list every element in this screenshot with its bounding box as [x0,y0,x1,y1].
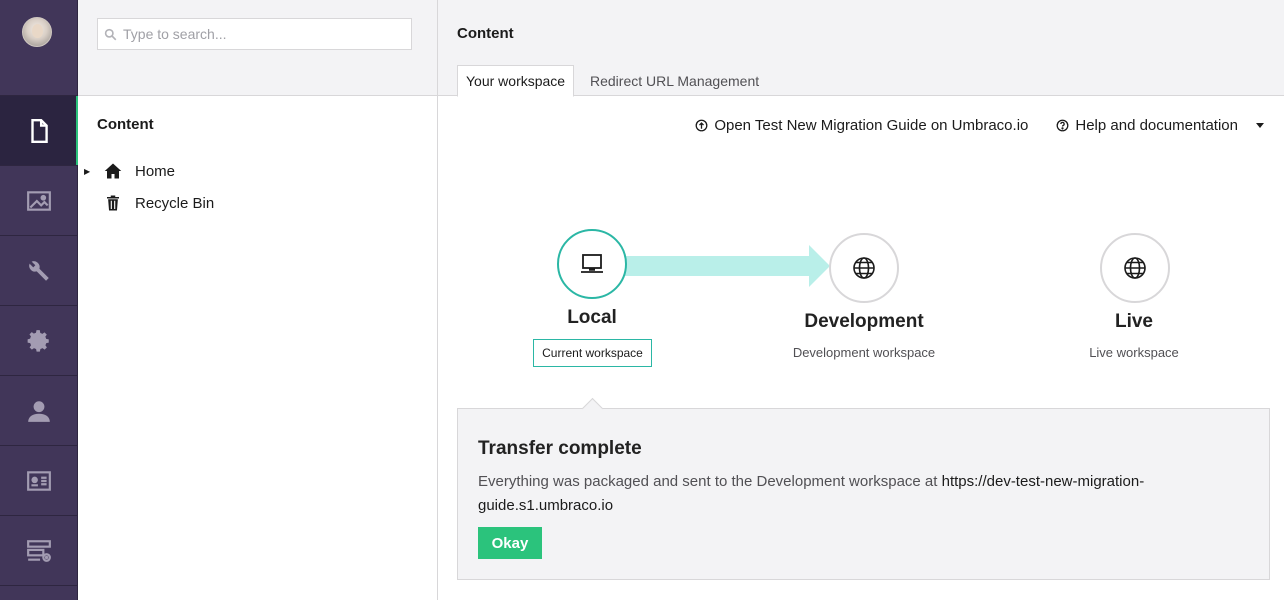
deploy-arrow [625,245,830,287]
gear-icon [27,329,49,352]
development-label: Development [804,311,924,332]
page-title: Content [457,25,514,42]
chevron-down-icon[interactable] [1256,123,1264,128]
nav-item-forms[interactable] [0,515,77,585]
transfer-complete-panel: Transfer complete Everything was package… [457,408,1270,580]
wrench-icon [28,260,49,281]
content-tree-panel: Content ▶ Home Recycle Bin [78,0,438,600]
search-box[interactable] [97,18,412,50]
document-icon [30,118,48,143]
contact-card-icon [26,470,51,491]
tree-node-label: Recycle Bin [135,194,215,212]
transfer-message: Everything was packaged and sent to the … [478,470,1178,518]
okay-button[interactable]: Okay [478,527,542,559]
nav-item-users[interactable] [0,375,77,445]
nav-item-tools[interactable] [0,235,77,305]
trash-icon [107,195,119,211]
search-icon [104,28,117,40]
help-icon [1056,119,1069,132]
tree-node-recycle-bin[interactable]: Recycle Bin [78,190,437,216]
local-environment-node [557,229,627,299]
search-input[interactable] [123,26,403,42]
home-icon [104,163,122,179]
image-icon [26,190,51,211]
tree-title: Content [97,116,154,133]
live-environment-node[interactable] [1100,233,1170,303]
current-workspace-badge: Current workspace [533,339,652,367]
transfer-title: Transfer complete [478,438,642,459]
development-sublabel: Development workspace [792,345,936,360]
globe-icon [853,257,875,279]
local-label: Local [567,307,617,328]
nav-item-settings[interactable] [0,305,77,375]
nav-item-media[interactable] [0,165,77,235]
open-guide-link[interactable]: Open Test New Migration Guide on Umbraco… [695,117,1028,134]
user-icon [27,400,50,422]
nav-item-members[interactable] [0,445,77,515]
development-environment-node[interactable] [829,233,899,303]
help-documentation-label: Help and documentation [1075,117,1238,134]
nav-item-more[interactable] [0,585,77,600]
user-avatar[interactable] [22,17,52,47]
help-documentation-link[interactable]: Help and documentation [1056,117,1238,134]
section-nav [0,0,78,600]
header-links: Open Test New Migration Guide on Umbraco… [667,117,1264,134]
forms-icon [26,539,51,562]
tree-header [78,0,437,96]
live-sublabel: Live workspace [1089,345,1179,360]
transfer-message-text: Everything was packaged and sent to the … [478,473,942,490]
external-link-icon [695,119,708,132]
main-header: Content Your workspace Redirect URL Mana… [438,0,1284,97]
open-guide-label: Open Test New Migration Guide on Umbraco… [714,117,1029,134]
expand-caret-icon[interactable]: ▶ [84,167,92,176]
tab-redirect-url-management[interactable]: Redirect URL Management [582,65,767,96]
nav-item-content[interactable] [0,95,78,165]
laptop-icon [581,254,603,273]
tree-node-home[interactable]: ▶ Home [78,158,437,184]
tree-node-label: Home [135,162,176,180]
globe-icon [1124,257,1146,279]
live-label: Live [1114,311,1154,332]
tab-your-workspace[interactable]: Your workspace [457,65,575,97]
